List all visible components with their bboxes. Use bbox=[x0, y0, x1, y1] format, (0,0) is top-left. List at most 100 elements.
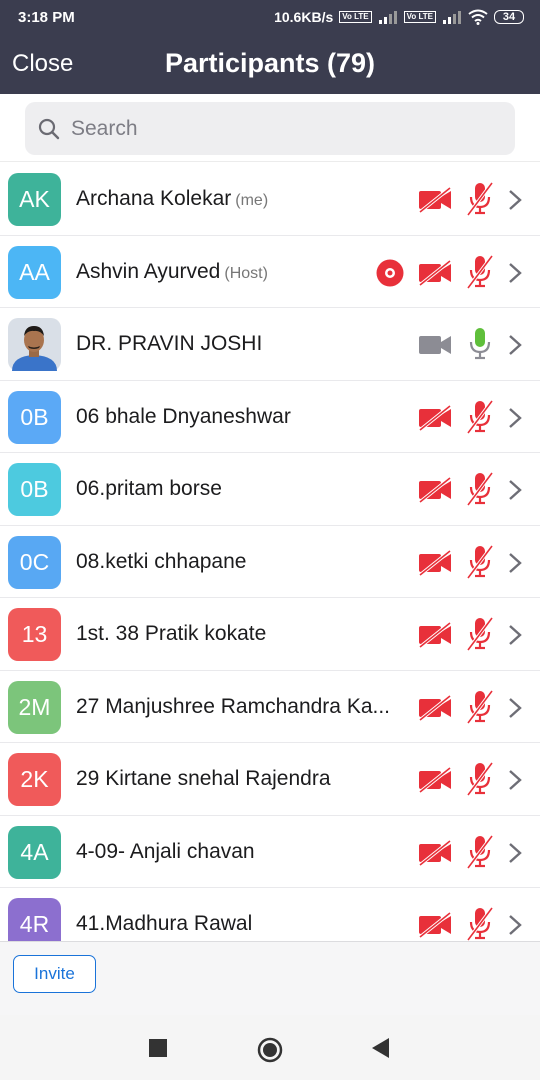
mic-muted-icon[interactable] bbox=[466, 399, 494, 434]
mic-muted-icon[interactable] bbox=[466, 907, 494, 941]
participant-name: 41.Madhura Rawal bbox=[76, 912, 406, 936]
participant-row[interactable]: 0B 06.pritam borse bbox=[0, 453, 540, 526]
mic-muted-icon[interactable] bbox=[466, 254, 494, 289]
avatar: 13 bbox=[8, 608, 61, 661]
avatar: AK bbox=[8, 173, 61, 226]
video-off-icon[interactable] bbox=[418, 549, 452, 576]
avatar: 0B bbox=[8, 390, 61, 444]
avatar: 2K bbox=[8, 753, 61, 806]
participant-row[interactable]: AA Ashvin Ayurved (Host) bbox=[0, 235, 540, 308]
participant-row[interactable]: 2M 27 Manjushree Ramchandra Ka... bbox=[0, 670, 540, 743]
chevron-right-icon[interactable] bbox=[507, 913, 523, 937]
search-area: Search bbox=[0, 94, 540, 162]
volte-badge-2: Vo LTE bbox=[403, 11, 436, 23]
video-off-icon[interactable] bbox=[418, 622, 452, 648]
search-input[interactable]: Search bbox=[25, 102, 515, 155]
battery-indicator: 34 bbox=[494, 10, 524, 24]
participant-row[interactable]: 0C 08.ketki chhapane bbox=[0, 525, 540, 598]
avatar: 0B bbox=[8, 463, 61, 516]
avatar: 0C bbox=[8, 535, 61, 589]
participant-row[interactable]: 13 1st. 38 Pratik kokate bbox=[0, 598, 540, 671]
mic-muted-icon[interactable] bbox=[466, 689, 494, 724]
chevron-right-icon[interactable] bbox=[507, 551, 523, 575]
avatar: 4R bbox=[8, 898, 61, 941]
status-bar: 3:18 PM 10.6KB/s Vo LTE Vo LTE 34 bbox=[0, 0, 540, 34]
chevron-right-icon[interactable] bbox=[507, 333, 523, 357]
signal-icon bbox=[378, 11, 397, 24]
participant-name: 08.ketki chhapane bbox=[76, 550, 406, 574]
mic-muted-icon[interactable] bbox=[466, 182, 494, 216]
participant-name-text: 08.ketki chhapane bbox=[76, 549, 247, 573]
system-nav-bar bbox=[0, 1015, 540, 1080]
mic-muted-icon[interactable] bbox=[466, 617, 494, 651]
video-off-icon[interactable] bbox=[418, 477, 452, 503]
chevron-right-icon[interactable] bbox=[507, 406, 523, 430]
participant-row[interactable]: 4R 41.Madhura Rawal bbox=[0, 888, 540, 941]
mic-active-icon[interactable] bbox=[466, 327, 494, 361]
participant-name: 29 Kirtane snehal Rajendra bbox=[76, 767, 406, 791]
participant-name-text: 27 Manjushree Ramchandra Ka... bbox=[76, 694, 391, 718]
participant-name: Ashvin Ayurved (Host) bbox=[76, 260, 406, 284]
participants-footer: Invite bbox=[0, 941, 540, 1015]
participant-name-text: 29 Kirtane snehal Rajendra bbox=[76, 767, 331, 790]
participant-row[interactable]: 2K 29 Kirtane snehal Rajendra bbox=[0, 743, 540, 816]
recents-square-icon[interactable] bbox=[149, 1039, 167, 1057]
participant-list[interactable]: AK Archana Kolekar (me) AA Ashvin Ayurved (Ho… bbox=[0, 163, 540, 941]
participant-row[interactable]: DR. PRAVIN JOSHI bbox=[0, 308, 540, 381]
page-title: Participants (79) bbox=[164, 48, 376, 78]
video-off-icon[interactable] bbox=[418, 259, 452, 286]
participant-name-text: DR. PRAVIN JOSHI bbox=[76, 332, 263, 355]
mic-muted-icon[interactable] bbox=[466, 762, 494, 796]
video-off-icon[interactable] bbox=[418, 404, 452, 431]
chevron-right-icon[interactable] bbox=[507, 623, 523, 647]
participant-row[interactable]: 4A 4-09- Anjali chavan bbox=[0, 815, 540, 888]
participant-name: 1st. 38 Pratik kokate bbox=[76, 622, 406, 646]
wifi-icon bbox=[468, 9, 488, 25]
video-off-icon[interactable] bbox=[418, 912, 452, 938]
chevron-right-icon[interactable] bbox=[507, 478, 523, 502]
profile-photo bbox=[8, 318, 61, 371]
participant-name-text: 4-09- Anjali chavan bbox=[76, 839, 255, 863]
chevron-right-icon[interactable] bbox=[507, 696, 523, 720]
chevron-right-icon[interactable] bbox=[507, 261, 523, 285]
recording-icon bbox=[376, 259, 404, 286]
mic-muted-icon[interactable] bbox=[466, 544, 494, 579]
participant-row[interactable]: AK Archana Kolekar (me) bbox=[0, 163, 540, 236]
search-icon bbox=[38, 118, 60, 139]
status-time: 3:18 PM bbox=[18, 8, 75, 26]
mic-muted-icon[interactable] bbox=[466, 834, 494, 869]
home-circle-icon[interactable] bbox=[257, 1037, 283, 1063]
video-off-icon[interactable] bbox=[418, 839, 452, 866]
participant-role-tag: (Host) bbox=[224, 264, 268, 282]
chevron-right-icon[interactable] bbox=[507, 188, 523, 212]
avatar: AA bbox=[8, 245, 61, 299]
volte-badge: Vo LTE bbox=[339, 11, 372, 23]
video-off-icon[interactable] bbox=[418, 694, 452, 721]
video-off-icon[interactable] bbox=[418, 767, 452, 793]
participant-name: 27 Manjushree Ramchandra Ka... bbox=[76, 695, 406, 719]
participant-row[interactable]: 0B 06 bhale Dnyaneshwar bbox=[0, 380, 540, 453]
video-off-icon[interactable] bbox=[418, 187, 452, 213]
video-icon[interactable] bbox=[418, 332, 452, 358]
invite-button[interactable]: Invite bbox=[13, 955, 96, 993]
participant-name-text: 1st. 38 Pratik kokate bbox=[76, 622, 267, 645]
chevron-right-icon[interactable] bbox=[507, 768, 523, 792]
back-triangle-icon[interactable] bbox=[372, 1038, 390, 1058]
chevron-right-icon[interactable] bbox=[507, 841, 523, 865]
participant-name: 06.pritam borse bbox=[76, 477, 406, 501]
avatar: 4A bbox=[8, 825, 61, 879]
participant-name-text: 41.Madhura Rawal bbox=[76, 912, 253, 935]
participant-name: 4-09- Anjali chavan bbox=[76, 840, 406, 864]
status-indicators: 10.6KB/s Vo LTE Vo LTE 34 bbox=[274, 9, 524, 25]
participant-role-tag: (me) bbox=[235, 192, 269, 209]
participant-name: DR. PRAVIN JOSHI bbox=[76, 332, 406, 356]
mic-muted-icon[interactable] bbox=[466, 472, 494, 506]
participant-name-text: Ashvin Ayurved bbox=[76, 259, 221, 283]
participant-name-text: Archana Kolekar bbox=[76, 187, 232, 210]
participant-name: 06 bhale Dnyaneshwar bbox=[76, 405, 406, 429]
search-placeholder: Search bbox=[71, 116, 138, 140]
participant-name-text: 06 bhale Dnyaneshwar bbox=[76, 404, 291, 428]
avatar: 2M bbox=[8, 680, 61, 734]
participant-name-text: 06.pritam borse bbox=[76, 477, 222, 500]
participants-header: Close Participants (79) bbox=[0, 34, 540, 94]
